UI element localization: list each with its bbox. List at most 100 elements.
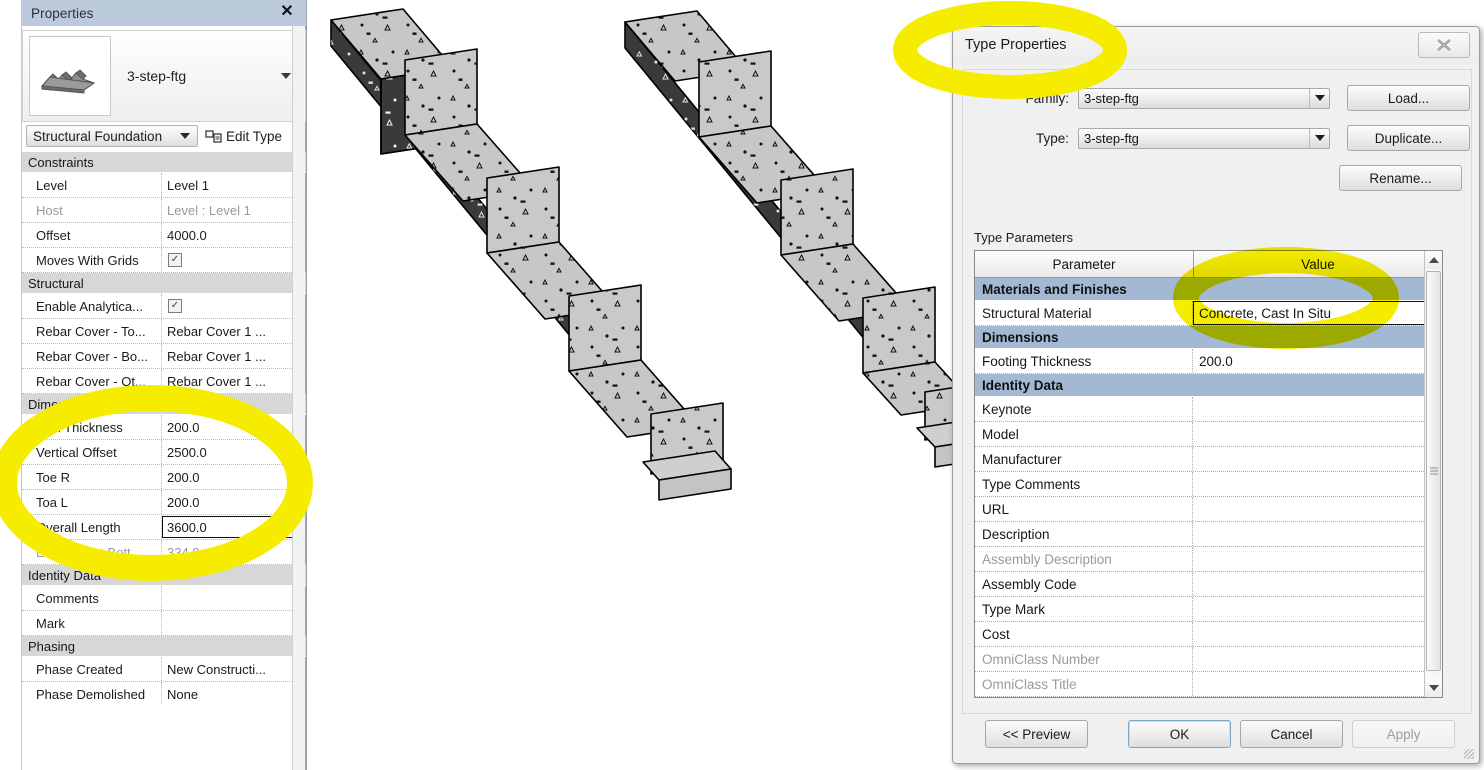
close-icon[interactable]: ✕	[279, 4, 295, 20]
table-section-header[interactable]: Materials and Finishes˂	[975, 278, 1442, 301]
property-value[interactable]	[162, 586, 306, 610]
table-cell-value[interactable]	[1193, 397, 1442, 421]
load-button[interactable]: Load...	[1347, 85, 1470, 111]
table-row[interactable]: Assembly Code	[975, 572, 1442, 597]
chevron-down-icon[interactable]	[1309, 128, 1329, 148]
property-row[interactable]: Overall Length 3600.0	[22, 515, 306, 540]
properties-section-header[interactable]: Dimensions˂	[22, 394, 306, 415]
table-cell-value[interactable]	[1193, 522, 1442, 546]
category-dropdown[interactable]: Structural Foundation	[26, 125, 198, 147]
table-scrollbar[interactable]	[1424, 251, 1442, 697]
table-cell-value[interactable]: 200.0	[1193, 349, 1442, 373]
property-row[interactable]: Level Level 1	[22, 173, 306, 198]
table-cell-value[interactable]	[1193, 572, 1442, 596]
table-row[interactable]: URL	[975, 497, 1442, 522]
table-section-header[interactable]: Dimensions˂	[975, 326, 1442, 349]
property-value[interactable]: Rebar Cover 1 ...	[162, 344, 306, 368]
checkbox-checked-icon[interactable]: ✓	[168, 253, 182, 267]
property-row[interactable]: Rebar Cover - Bo... Rebar Cover 1 ...	[22, 344, 306, 369]
property-value[interactable]: 4000.0	[162, 223, 306, 247]
duplicate-button[interactable]: Duplicate...	[1347, 125, 1470, 151]
property-value[interactable]	[162, 611, 306, 635]
properties-parameter-grid[interactable]: Constraints˂LevelLevel 1HostLevel : Leve…	[22, 152, 306, 704]
property-row[interactable]: Rebar Cover - Ot... Rebar Cover 1 ...	[22, 369, 306, 394]
table-row[interactable]: Cost	[975, 622, 1442, 647]
properties-section-header[interactable]: Phasing˂	[22, 636, 306, 657]
checkbox-checked-icon[interactable]: ✓	[168, 299, 182, 313]
scrollbar-thumb[interactable]	[1426, 271, 1441, 671]
type-selector[interactable]: 3-step-ftg	[22, 30, 306, 122]
table-row[interactable]: Description	[975, 522, 1442, 547]
property-value[interactable]: 200.0	[162, 490, 306, 514]
property-row[interactable]: Toa L 200.0	[22, 490, 306, 515]
preview-button[interactable]: << Preview	[985, 720, 1088, 748]
table-row[interactable]: Type Comments	[975, 472, 1442, 497]
property-row[interactable]: Offset 4000.0	[22, 223, 306, 248]
type-parameters-table[interactable]: Parameter Value Materials and Finishes˂S…	[974, 250, 1443, 698]
property-value[interactable]: 334.8	[162, 540, 306, 564]
family-dropdown[interactable]: 3-step-ftg	[1078, 87, 1330, 109]
properties-section-header[interactable]: Identity Data˂	[22, 565, 306, 586]
table-row[interactable]: Assembly Description	[975, 547, 1442, 572]
table-cell-parameter: OmniClass Number	[975, 647, 1193, 671]
property-value[interactable]: ✓	[162, 294, 306, 318]
table-body[interactable]: Materials and Finishes˂Structural Materi…	[975, 278, 1442, 697]
properties-section-header[interactable]: Constraints˂	[22, 152, 306, 173]
table-cell-value[interactable]	[1193, 422, 1442, 446]
property-value[interactable]: Rebar Cover 1 ...	[162, 319, 306, 343]
property-row[interactable]: Elevation at Bott... 334.8	[22, 540, 306, 565]
scroll-up-icon[interactable]	[1425, 251, 1442, 269]
property-value[interactable]: 2500.0	[162, 440, 306, 464]
property-value[interactable]: Rebar Cover 1 ...	[162, 369, 306, 393]
property-row[interactable]: Comments	[22, 586, 306, 611]
property-row[interactable]: Enable Analytica... ✓	[22, 294, 306, 319]
table-row[interactable]: Footing Thickness 200.0	[975, 349, 1442, 374]
property-row[interactable]: Mark	[22, 611, 306, 636]
property-row[interactable]: Vertical Offset 2500.0	[22, 440, 306, 465]
property-value-active[interactable]: 3600.0	[162, 516, 305, 538]
property-value[interactable]: 200.0	[162, 465, 306, 489]
rename-button[interactable]: Rename...	[1339, 165, 1462, 191]
table-row[interactable]: OmniClass Title	[975, 672, 1442, 697]
table-section-header[interactable]: Identity Data˂	[975, 374, 1442, 397]
properties-scrollbar[interactable]	[292, 26, 305, 770]
ok-button[interactable]: OK	[1128, 720, 1231, 748]
table-cell-value[interactable]	[1193, 447, 1442, 471]
scroll-down-icon[interactable]	[1425, 679, 1442, 697]
property-value[interactable]: Level : Level 1	[162, 198, 306, 222]
table-row[interactable]: Manufacturer	[975, 447, 1442, 472]
property-row[interactable]: Moves With Grids ✓	[22, 248, 306, 273]
table-cell-value[interactable]	[1193, 497, 1442, 521]
properties-section-header[interactable]: Structural˂	[22, 273, 306, 294]
property-row[interactable]: Phase Created New Constructi...	[22, 657, 306, 682]
edit-type-button[interactable]: Edit Type	[205, 129, 282, 144]
chevron-down-icon[interactable]	[281, 73, 291, 79]
property-row[interactable]: Host Level : Level 1	[22, 198, 306, 223]
table-cell-value[interactable]	[1193, 597, 1442, 621]
property-value[interactable]: ✓	[162, 248, 306, 272]
table-cell-value[interactable]	[1193, 472, 1442, 496]
type-dropdown[interactable]: 3-step-ftg	[1078, 127, 1330, 149]
table-row[interactable]: Keynote	[975, 397, 1442, 422]
table-cell-value[interactable]	[1193, 547, 1442, 571]
table-cell-value[interactable]	[1193, 672, 1442, 696]
table-cell-value[interactable]	[1193, 647, 1442, 671]
property-value[interactable]: 200.0	[162, 415, 306, 439]
table-cell-value[interactable]	[1193, 622, 1442, 646]
property-value[interactable]: None	[162, 682, 306, 704]
property-row[interactable]: Phase Demolished None	[22, 682, 306, 704]
property-row[interactable]: Rebar Cover - To... Rebar Cover 1 ...	[22, 319, 306, 344]
resize-grip-icon[interactable]	[1464, 749, 1474, 759]
table-row[interactable]: Type Mark	[975, 597, 1442, 622]
property-row[interactable]: Toe R 200.0	[22, 465, 306, 490]
table-row[interactable]: Model	[975, 422, 1442, 447]
cancel-button[interactable]: Cancel	[1240, 720, 1343, 748]
table-cell-value-active[interactable]: Concrete, Cast In Situ	[1193, 301, 1441, 325]
property-row[interactable]: Wall Thickness 200.0	[22, 415, 306, 440]
chevron-down-icon[interactable]	[1309, 88, 1329, 108]
property-value[interactable]: Level 1	[162, 173, 306, 197]
close-icon[interactable]	[1418, 32, 1470, 58]
table-row[interactable]: OmniClass Number	[975, 647, 1442, 672]
property-value[interactable]: New Constructi...	[162, 657, 306, 681]
table-row[interactable]: Structural Material Concrete, Cast In Sit…	[975, 301, 1442, 326]
